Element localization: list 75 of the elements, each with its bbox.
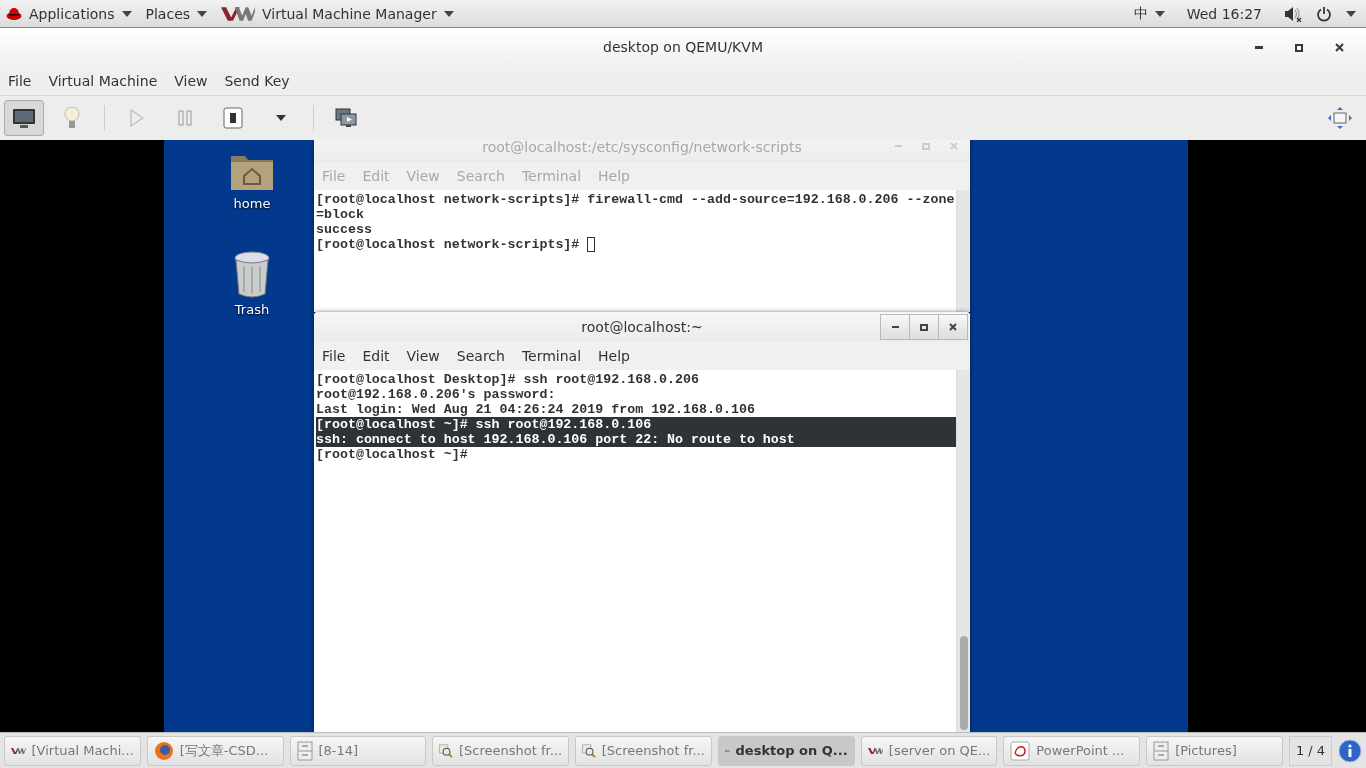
caret-icon bbox=[121, 10, 132, 17]
taskbar-item[interactable]: [Virtual Machi... bbox=[4, 735, 141, 766]
pause-icon bbox=[178, 110, 192, 126]
top-bar-menu[interactable]: Virtual Machine Manager bbox=[221, 4, 454, 23]
terminal-title: root@localhost:/etc/sysconfig/network-scripts bbox=[482, 140, 802, 155]
close-icon bbox=[949, 323, 957, 331]
caret-icon bbox=[276, 115, 286, 121]
taskbar-item[interactable]: [Screenshot fr... bbox=[575, 735, 712, 766]
terminal-line: [root@localhost ~]# bbox=[316, 447, 469, 462]
menu-item[interactable]: File bbox=[8, 72, 32, 89]
close-icon[interactable] bbox=[1335, 43, 1344, 52]
top-bar-menu[interactable]: Applications bbox=[6, 5, 132, 22]
trash-icon[interactable] bbox=[232, 250, 272, 298]
taskbar-item[interactable]: [写文章-CSD... bbox=[146, 735, 284, 766]
scrollbar[interactable] bbox=[956, 370, 970, 732]
info-icon[interactable] bbox=[1338, 738, 1363, 763]
taskbar-item[interactable]: PowerPoint ... bbox=[1003, 735, 1141, 766]
minimize-icon bbox=[894, 145, 902, 147]
maximize-icon bbox=[922, 142, 930, 150]
menu-item[interactable]: Search bbox=[456, 348, 505, 364]
menu-item[interactable]: View bbox=[174, 72, 208, 89]
menu-item[interactable]: Edit bbox=[362, 348, 390, 364]
menu-item[interactable]: View bbox=[406, 348, 440, 364]
menu-item[interactable]: Send Key bbox=[224, 72, 290, 89]
window-title: desktop on QEMU/KVM bbox=[603, 39, 763, 55]
close-button[interactable] bbox=[938, 314, 968, 340]
desktop-icon-label[interactable]: home bbox=[233, 196, 271, 211]
caret-icon bbox=[1154, 10, 1165, 17]
terminal-line: =block bbox=[316, 207, 365, 222]
terminal-line: root@192.168.0.206's password: bbox=[316, 387, 557, 402]
taskbar-item[interactable]: [Screenshot fr... bbox=[432, 735, 570, 766]
desktop-icon-label[interactable]: Trash bbox=[234, 302, 270, 317]
clock[interactable]: Wed 16:27 bbox=[1186, 5, 1262, 22]
hat-icon bbox=[6, 6, 22, 21]
maximize-icon bbox=[920, 323, 928, 331]
fullscreen-icon[interactable] bbox=[1328, 107, 1352, 129]
terminal-line: [root@localhost network-scripts]# bbox=[316, 237, 581, 252]
cabinet-icon bbox=[1153, 740, 1170, 761]
taskbar-item[interactable]: [Pictures] bbox=[1146, 735, 1283, 766]
close-icon bbox=[950, 142, 958, 150]
terminal-line: [root@localhost network-scripts]# firewall-cmd --add-source=192.168.0.206 --zone bbox=[316, 192, 956, 207]
maximize-icon[interactable] bbox=[1295, 43, 1303, 52]
workspace-indicator[interactable]: 1 / 4 bbox=[1288, 735, 1333, 766]
speaker-muted-icon[interactable] bbox=[1284, 5, 1302, 22]
terminal-line: Last login: Wed Aug 21 04:26:24 2019 from 192.168.0.106 bbox=[316, 402, 756, 417]
scrollbar[interactable] bbox=[956, 190, 970, 312]
play-icon bbox=[130, 109, 144, 127]
browser-icon bbox=[153, 740, 174, 761]
input-method-menu[interactable]: 中 bbox=[1133, 4, 1165, 23]
maximize-button[interactable] bbox=[909, 314, 939, 340]
lightbulb-icon bbox=[64, 106, 80, 130]
taskbar-item[interactable]: desktop on Q... bbox=[717, 735, 855, 766]
presentation-icon bbox=[1010, 740, 1031, 761]
caret-icon bbox=[197, 10, 208, 17]
vm-logo-icon bbox=[221, 4, 256, 23]
menu-item[interactable]: File bbox=[322, 348, 346, 364]
terminal-line: [root@localhost Desktop]# ssh root@192.168.0.206 bbox=[316, 372, 700, 387]
menu-item[interactable]: Virtual Machine bbox=[48, 72, 158, 89]
terminal-line: success bbox=[316, 222, 373, 237]
menu-item[interactable]: Help bbox=[598, 348, 630, 364]
taskbar-item[interactable]: [server on QE... bbox=[860, 735, 998, 766]
menu-item[interactable]: Terminal bbox=[521, 348, 582, 364]
caret-icon bbox=[1346, 10, 1356, 17]
top-bar-menu[interactable]: Places bbox=[145, 5, 208, 22]
toolbar-button[interactable] bbox=[4, 100, 44, 136]
caret-icon bbox=[443, 10, 454, 17]
minimize-icon bbox=[891, 326, 899, 328]
scrollbar-thumb[interactable] bbox=[960, 636, 968, 730]
terminal-title: root@localhost:~ bbox=[581, 319, 703, 335]
snapshots-icon bbox=[335, 108, 357, 128]
monitor-icon bbox=[12, 107, 36, 129]
power-icon[interactable] bbox=[1316, 5, 1332, 22]
taskbar-item[interactable]: [8-14] bbox=[289, 735, 427, 766]
power-switch-icon bbox=[223, 107, 243, 129]
cabinet-icon bbox=[296, 740, 313, 761]
